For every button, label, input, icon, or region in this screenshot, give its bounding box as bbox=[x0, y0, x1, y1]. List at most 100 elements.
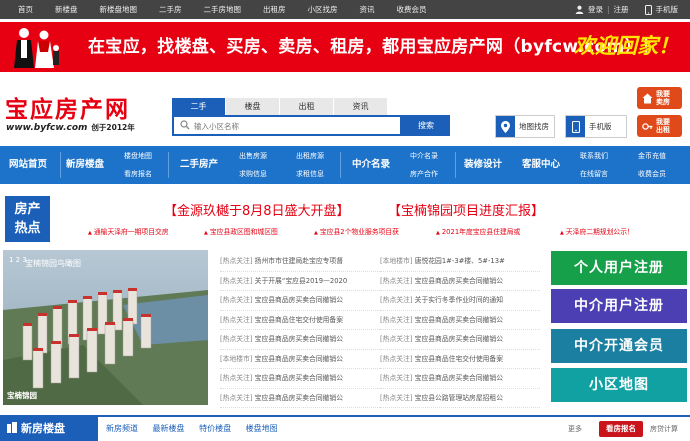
sell-house-button[interactable]: 我要 卖房 bbox=[637, 87, 682, 109]
top-nav-news[interactable]: 资讯 bbox=[360, 4, 375, 15]
news-tag: [本地楼市] bbox=[220, 354, 253, 363]
key-icon bbox=[641, 120, 653, 132]
agent-register-button[interactable]: 中介用户注册 bbox=[551, 289, 687, 323]
rent-line-1: 我要 bbox=[656, 118, 670, 126]
news-title: 宝应县公路管理站房屋招租公 bbox=[414, 393, 504, 402]
aerial-view-image bbox=[3, 250, 208, 405]
news-title: 宝应县商品住宅交付使用备案 bbox=[414, 354, 504, 363]
hot-link-1[interactable]: ▲ 通榆天泽府一期项目交房 bbox=[88, 226, 169, 236]
site-logo[interactable]: 宝应房产网 bbox=[5, 90, 130, 124]
nav-agent-directory[interactable]: 中介名录 bbox=[410, 151, 438, 161]
photo-title[interactable]: 宝楠锦园 bbox=[7, 390, 37, 401]
top-nav-second-hand[interactable]: 二手房 bbox=[159, 4, 182, 15]
nav-second-hand[interactable]: 二手房产 bbox=[180, 146, 218, 184]
hot-headline-2[interactable]: 【宝楠锦园项目进度汇报】 bbox=[388, 200, 544, 219]
search-tab-news[interactable]: 资讯 bbox=[334, 98, 387, 115]
nav-home[interactable]: 网站首页 bbox=[9, 146, 47, 184]
rent-out-button[interactable]: 我要 出租 bbox=[637, 115, 682, 137]
search-button[interactable]: 搜索 bbox=[402, 115, 450, 136]
nav-recharge[interactable]: 金币充值 bbox=[638, 151, 666, 161]
top-nav-new-homes[interactable]: 新楼盘 bbox=[55, 4, 78, 15]
hot-link-2[interactable]: ▲ 宝应县政区图和城区图 bbox=[204, 226, 278, 236]
list-item[interactable]: [本地楼市] 宝应县商品房买卖合同撤销公 bbox=[220, 350, 380, 369]
search-tab-new-homes[interactable]: 楼盘 bbox=[226, 98, 279, 115]
list-item[interactable]: [热点关注] 宝应县商品房买卖合同撤销公 bbox=[380, 369, 540, 389]
list-item[interactable]: [热点关注] 宝应县商品房买卖合同撤销公 bbox=[220, 369, 380, 389]
nav-contact-us[interactable]: 联系我们 bbox=[580, 151, 608, 161]
list-item[interactable]: [本地楼市] 唐悦花园1#-3#楼、5#-13# bbox=[380, 252, 540, 272]
agent-membership-button[interactable]: 中介开通会员 bbox=[551, 329, 687, 363]
mortgage-calculator-link[interactable]: 房贷计算 bbox=[650, 417, 678, 441]
nav-agents[interactable]: 中介名录 bbox=[352, 146, 390, 184]
hot-link-5[interactable]: ▲ 天泽府二期规划公示！ bbox=[560, 226, 634, 236]
nav-new-homes[interactable]: 新房楼盘 bbox=[66, 146, 104, 184]
nav-second-sale[interactable]: 出售房源 bbox=[239, 151, 267, 161]
mobile-version-button[interactable]: 手机版 bbox=[565, 115, 627, 138]
list-item[interactable]: [热点关注] 宝应县商品住宅交付使用备案 bbox=[220, 311, 380, 330]
map-search-button[interactable]: 地图找房 bbox=[495, 115, 555, 138]
list-item[interactable]: [热点关注] 扬州市市住建局赴宝应专项督 bbox=[220, 252, 380, 272]
viewing-signup-button[interactable]: 看房报名 bbox=[599, 421, 643, 437]
news-tag: [热点关注] bbox=[220, 393, 253, 402]
login-separator: | bbox=[606, 5, 610, 14]
register-link[interactable]: 注册 bbox=[614, 4, 629, 15]
news-title: 宝应县商品房买卖合同撤销公 bbox=[254, 296, 344, 304]
latest-projects-link[interactable]: 最新楼盘 bbox=[153, 424, 185, 433]
new-homes-channel-link[interactable]: 新房频道 bbox=[106, 424, 138, 433]
top-nav-second-hand-map[interactable]: 二手房地图 bbox=[204, 4, 242, 15]
hot-headline-1[interactable]: 【金源玖樾于8月8日盛大开盘】 bbox=[164, 200, 350, 219]
search-input[interactable] bbox=[194, 119, 394, 133]
list-item[interactable]: [热点关注] 关于开展“宝应县2019—2020 bbox=[220, 272, 380, 291]
search-tab-rent[interactable]: 出租 bbox=[280, 98, 333, 115]
nav-divider bbox=[455, 152, 456, 178]
more-link[interactable]: 更多 bbox=[568, 417, 582, 441]
map-search-label: 地图找房 bbox=[519, 122, 549, 131]
ad-banner[interactable]: 在宝应，找楼盘、买房、卖房、租房，都用宝应房产网（byfcw.com）！ 欢迎回… bbox=[0, 22, 690, 72]
nav-online-message[interactable]: 在线留言 bbox=[580, 169, 608, 179]
list-item[interactable]: [热点关注] 宝应县商品房买卖合同撤销公 bbox=[220, 389, 380, 408]
hot-link-3[interactable]: ▲ 宝应县2个物业服务项目获 bbox=[314, 226, 399, 236]
list-item[interactable]: [热点关注] 宝应县商品房买卖合同撤销公 bbox=[380, 311, 540, 330]
list-item[interactable]: [热点关注] 关于实行冬季作业时间的通知 bbox=[380, 291, 540, 311]
top-account: 登录 | 注册 手机版 bbox=[575, 0, 678, 19]
list-item[interactable]: [热点关注] 宝应县商品房买卖合同撤销公 bbox=[380, 272, 540, 291]
login-link[interactable]: 登录 bbox=[588, 4, 603, 15]
list-item[interactable]: [热点关注] 宝应县商品房买卖合同撤销公 bbox=[380, 330, 540, 350]
mobile-link[interactable]: 手机版 bbox=[656, 4, 679, 15]
top-nav-paid-members[interactable]: 收费会员 bbox=[397, 4, 427, 15]
search-tab-second-hand[interactable]: 二手 bbox=[172, 98, 225, 115]
top-nav-home[interactable]: 首页 bbox=[18, 4, 33, 15]
personal-register-button[interactable]: 个人用户注册 bbox=[551, 251, 687, 285]
news-tag: [热点关注] bbox=[380, 315, 413, 324]
list-item[interactable]: [热点关注] 宝应县商品房买卖合同撤销公 bbox=[220, 291, 380, 311]
search-box bbox=[172, 115, 402, 136]
sell-house-label: 我要 卖房 bbox=[656, 90, 670, 106]
hot-link-5-text: 天泽府二期规划公示！ bbox=[565, 228, 634, 236]
featured-photo[interactable]: 1 2 3 宝楠锦园鸟瞰图 宝楠锦园 bbox=[3, 250, 208, 405]
top-nav-community[interactable]: 小区找房 bbox=[308, 4, 338, 15]
family-illustration-icon bbox=[8, 24, 64, 72]
nav-new-signup[interactable]: 看房报名 bbox=[124, 169, 152, 179]
nav-service[interactable]: 客服中心 bbox=[522, 146, 560, 184]
community-map-button[interactable]: 小区地图 bbox=[551, 368, 687, 402]
discount-projects-link[interactable]: 特价楼盘 bbox=[199, 424, 231, 433]
news-tag: [热点关注] bbox=[380, 393, 413, 402]
nav-new-map[interactable]: 楼盘地图 bbox=[124, 151, 152, 161]
nav-cooperation[interactable]: 房产合作 bbox=[410, 169, 438, 179]
map-pin-badge bbox=[496, 116, 515, 137]
hot-link-4[interactable]: ▲ 2021年度宝应县住建局或 bbox=[436, 226, 520, 236]
projects-map-link[interactable]: 楼盘地图 bbox=[246, 424, 278, 433]
nav-second-wanted[interactable]: 求购信息 bbox=[239, 169, 267, 179]
nav-paid-member[interactable]: 收费会员 bbox=[638, 169, 666, 179]
list-item[interactable]: [热点关注] 宝应县商品房买卖合同撤销公 bbox=[220, 330, 380, 350]
nav-rent-wanted[interactable]: 求租信息 bbox=[296, 169, 324, 179]
top-nav-rentals[interactable]: 出租房 bbox=[263, 4, 286, 15]
news-tag: [热点关注] bbox=[380, 354, 413, 363]
top-nav-new-homes-map[interactable]: 新楼盘地图 bbox=[100, 4, 138, 15]
news-tag: [热点关注] bbox=[380, 296, 413, 304]
list-item[interactable]: [热点关注] 宝应县商品住宅交付使用备案 bbox=[380, 350, 540, 369]
nav-decoration[interactable]: 装修设计 bbox=[464, 146, 502, 184]
list-item[interactable]: [热点关注] 宝应县公路管理站房屋招租公 bbox=[380, 389, 540, 408]
nav-rent-listings[interactable]: 出租房源 bbox=[296, 151, 324, 161]
news-list-right: [本地楼市] 唐悦花园1#-3#楼、5#-13# [热点关注] 宝应县商品房买卖… bbox=[380, 252, 540, 408]
